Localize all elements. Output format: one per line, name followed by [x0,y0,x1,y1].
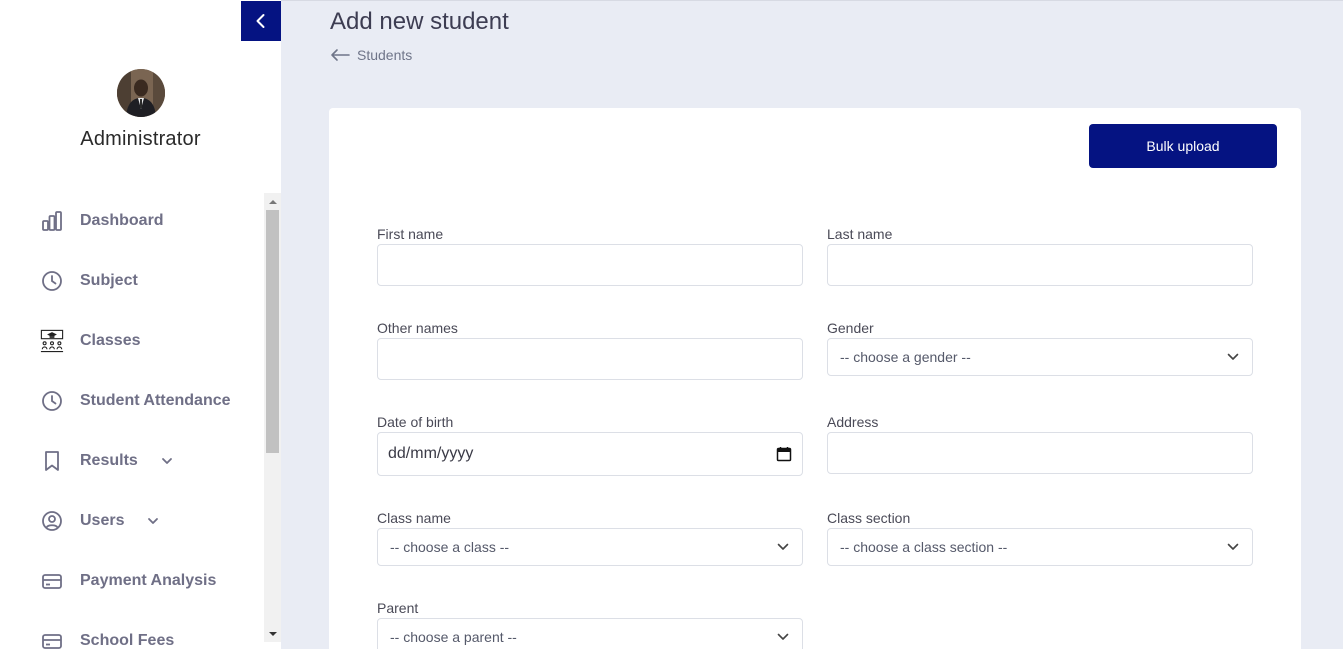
sidebar-item-users[interactable]: Users [40,506,160,536]
chevron-down-icon[interactable] [146,514,160,528]
clock-icon [40,389,64,413]
chevron-down-icon[interactable] [160,454,174,468]
sidebar-item-school-fees[interactable]: School Fees [40,626,174,649]
clock-icon [40,269,64,293]
scrollbar-thumb[interactable] [266,210,279,453]
class-name-select-value: -- choose a class -- [390,539,510,555]
first-name-input[interactable] [377,244,803,286]
chevron-down-icon [1227,543,1239,550]
sidebar-scrollbar[interactable] [264,193,281,642]
arrow-left-icon [331,49,350,61]
bar-chart-icon [40,209,64,233]
parent-label: Parent [377,600,419,616]
chevron-down-icon [777,543,789,550]
scroll-up-arrow-icon[interactable] [264,193,281,210]
gender-select[interactable]: -- choose a gender -- [827,338,1253,376]
chevron-down-icon [1227,353,1239,360]
class-section-select[interactable]: -- choose a class section -- [827,528,1253,566]
sidebar-item-payment-analysis[interactable]: Payment Analysis [40,566,216,596]
sidebar: Administrator Dashboard Subject Classes … [0,0,281,649]
class-name-label: Class name [377,510,451,526]
sidebar-item-results[interactable]: Results [40,446,174,476]
other-names-input[interactable] [377,338,803,380]
avatar [117,69,165,117]
sidebar-item-label: Dashboard [80,212,164,229]
address-label: Address [827,414,879,430]
chevron-left-icon [256,14,265,28]
page-title: Add new student [330,8,509,35]
parent-select-value: -- choose a parent -- [390,629,517,645]
last-name-input[interactable] [827,244,1253,286]
other-names-label: Other names [377,320,458,336]
student-form-card: Bulk upload First name Last name Other n… [329,108,1301,649]
sidebar-item-label: Classes [80,332,141,349]
top-divider [281,0,1343,1]
gender-label: Gender [827,320,874,336]
sidebar-item-label: School Fees [80,632,175,649]
address-input[interactable] [827,432,1253,474]
gender-select-value: -- choose a gender -- [840,349,971,365]
credit-card-icon [40,629,64,649]
user-circle-icon [40,509,64,533]
sidebar-item-dashboard[interactable]: Dashboard [40,206,164,236]
first-name-label: First name [377,226,444,242]
breadcrumb-back-link[interactable]: Students [330,47,412,63]
class-section-label: Class section [827,510,911,526]
sidebar-collapse-button[interactable] [241,1,281,41]
calendar-icon[interactable] [776,446,792,462]
breadcrumb-label: Students [357,47,413,63]
classroom-icon [40,329,64,353]
sidebar-item-student-attendance[interactable]: Student Attendance [40,386,231,416]
date-of-birth-label: Date of birth [377,414,454,430]
sidebar-item-subject[interactable]: Subject [40,266,138,296]
class-name-select[interactable]: -- choose a class -- [377,528,803,566]
date-of-birth-input[interactable]: dd/mm/yyyy [377,432,803,476]
chevron-down-icon [777,633,789,640]
bookmark-icon [40,449,64,473]
sidebar-item-label: Payment Analysis [80,572,217,589]
sidebar-item-label: Subject [80,272,138,289]
sidebar-menu: Dashboard Subject Classes Student Attend… [0,193,264,649]
sidebar-item-classes[interactable]: Classes [40,326,141,356]
credit-card-icon [40,569,64,593]
class-section-select-value: -- choose a class section -- [840,539,1008,555]
scroll-down-arrow-icon[interactable] [264,625,281,642]
user-name: Administrator [80,128,201,150]
sidebar-item-label: Results [80,452,138,469]
sidebar-item-label: Student Attendance [80,392,231,409]
date-of-birth-placeholder: dd/mm/yyyy [388,445,474,462]
sidebar-item-label: Users [80,512,125,529]
parent-select[interactable]: -- choose a parent -- [377,618,803,649]
bulk-upload-button[interactable]: Bulk upload [1089,124,1277,168]
last-name-label: Last name [827,226,893,242]
